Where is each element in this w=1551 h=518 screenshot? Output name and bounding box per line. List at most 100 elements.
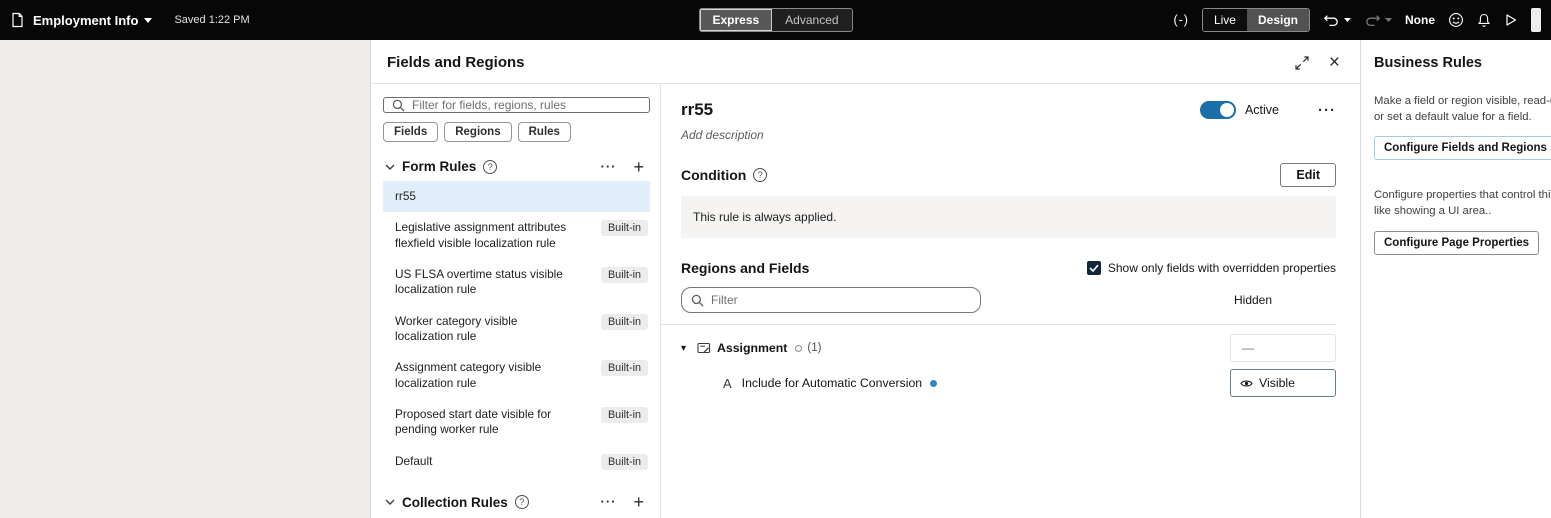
toggle-knob bbox=[1220, 103, 1234, 117]
rule-item-label: Default bbox=[395, 454, 432, 469]
configure-fields-and-regions-button[interactable]: Configure Fields and Regions bbox=[1374, 136, 1551, 160]
rules-list-pane: Fields Regions Rules Form Rules ? ··· + … bbox=[371, 84, 660, 518]
rule-item[interactable]: Legislative assignment attributes flexfi… bbox=[383, 212, 650, 259]
fields-filter bbox=[681, 287, 981, 313]
chevron-down-icon bbox=[144, 18, 152, 23]
region-hidden-value[interactable]: — bbox=[1230, 334, 1336, 362]
collection-rules-title: Collection Rules bbox=[402, 495, 508, 510]
edit-condition-button[interactable]: Edit bbox=[1280, 163, 1336, 187]
form-rules-list: rr55 Legislative assignment attributes f… bbox=[383, 181, 650, 478]
text-field-icon: A bbox=[723, 376, 732, 391]
page-switcher[interactable]: Employment Info bbox=[33, 13, 152, 28]
feedback-smiley-icon[interactable] bbox=[1448, 12, 1464, 28]
live-button[interactable]: Live bbox=[1203, 9, 1247, 31]
overridden-filter-label: Show only fields with overridden propert… bbox=[1108, 261, 1336, 275]
chevron-down-icon[interactable] bbox=[385, 164, 395, 170]
live-design-switcher: Live Design bbox=[1202, 8, 1310, 32]
chip-rules[interactable]: Rules bbox=[518, 122, 571, 142]
configure-page-properties-button[interactable]: Configure Page Properties bbox=[1374, 231, 1539, 255]
add-collection-rule-icon[interactable]: + bbox=[633, 495, 644, 509]
sandbox-status: None bbox=[1405, 13, 1435, 27]
visibility-selector[interactable]: Visible bbox=[1230, 369, 1336, 397]
rule-item-label: Proposed start date visible for pending … bbox=[395, 407, 577, 438]
redo-icon[interactable] bbox=[1364, 14, 1381, 27]
form-rules-overflow-icon[interactable]: ··· bbox=[600, 163, 616, 171]
notifications-bell-icon[interactable] bbox=[1477, 13, 1491, 28]
built-in-badge: Built-in bbox=[601, 360, 648, 376]
sidebar-properties-text: Configure properties that control things… bbox=[1374, 187, 1551, 220]
field-label: Include for Automatic Conversion bbox=[742, 376, 922, 390]
top-bar: Employment Info Saved 1:22 PM Express Ad… bbox=[0, 0, 1551, 40]
expand-panel-icon[interactable] bbox=[1295, 56, 1309, 70]
page-title: Employment Info bbox=[33, 13, 138, 28]
rules-search-input[interactable] bbox=[412, 98, 641, 112]
form-rules-section-header: Form Rules ? ··· + bbox=[383, 159, 650, 174]
built-in-badge: Built-in bbox=[601, 220, 648, 236]
business-rules-sidebar: Business Rules Make a field or region vi… bbox=[1360, 40, 1551, 518]
condition-summary: This rule is always applied. bbox=[681, 196, 1336, 238]
rule-title: rr55 bbox=[681, 100, 713, 120]
panel-title: Fields and Regions bbox=[387, 54, 525, 71]
redo-group bbox=[1364, 14, 1392, 27]
collection-rules-overflow-icon[interactable]: ··· bbox=[600, 498, 616, 506]
overridden-dot-icon bbox=[930, 380, 937, 387]
rule-detail-pane: rr55 Active ··· Add description Conditio… bbox=[660, 84, 1360, 518]
tree-collapse-icon[interactable]: ▾ bbox=[681, 343, 697, 354]
active-toggle[interactable] bbox=[1200, 101, 1236, 119]
rule-item-label: Assignment category visible localization… bbox=[395, 360, 577, 391]
express-mode-button[interactable]: Express bbox=[699, 9, 772, 31]
undo-icon[interactable] bbox=[1323, 14, 1340, 27]
save-status: Saved 1:22 PM bbox=[174, 14, 249, 26]
close-icon[interactable]: × bbox=[1329, 57, 1340, 69]
active-label: Active bbox=[1245, 103, 1279, 117]
advanced-mode-button[interactable]: Advanced bbox=[772, 9, 851, 31]
chip-regions[interactable]: Regions bbox=[444, 122, 511, 142]
built-in-badge: Built-in bbox=[601, 454, 648, 470]
rule-item-label: rr55 bbox=[395, 189, 416, 204]
regions-and-fields-title: Regions and Fields bbox=[681, 260, 809, 276]
built-in-badge: Built-in bbox=[601, 314, 648, 330]
region-field-count: (1) bbox=[807, 342, 821, 354]
region-row-assignment[interactable]: ▾ Assignment (1) — bbox=[681, 334, 1336, 362]
sidebar-intro-text: Make a field or region visible, read-onl… bbox=[1374, 93, 1551, 126]
form-rules-title: Form Rules bbox=[402, 159, 476, 174]
code-icon[interactable]: (-) bbox=[1173, 13, 1189, 27]
collection-rules-section-header: Collection Rules ? ··· + bbox=[383, 495, 650, 510]
page-canvas bbox=[0, 40, 371, 518]
undo-history-caret-icon[interactable] bbox=[1344, 18, 1351, 22]
rule-item[interactable]: Proposed start date visible for pending … bbox=[383, 399, 650, 446]
document-icon bbox=[10, 12, 25, 28]
rule-item-rr55[interactable]: rr55 bbox=[383, 181, 650, 212]
eye-icon bbox=[1240, 379, 1253, 388]
region-icon bbox=[697, 341, 711, 355]
region-label: Assignment bbox=[717, 341, 787, 355]
fields-and-regions-panel: Fields and Regions × Fields Reg bbox=[371, 40, 1360, 518]
add-form-rule-icon[interactable]: + bbox=[633, 160, 644, 174]
avatar[interactable] bbox=[1531, 8, 1541, 32]
help-icon[interactable]: ? bbox=[753, 168, 767, 182]
search-icon bbox=[691, 294, 704, 307]
built-in-badge: Built-in bbox=[601, 407, 648, 423]
preview-play-icon[interactable] bbox=[1504, 13, 1518, 27]
rule-item[interactable]: Default Built-in bbox=[383, 446, 650, 478]
help-icon[interactable]: ? bbox=[483, 160, 497, 174]
design-button[interactable]: Design bbox=[1247, 9, 1309, 31]
overridden-filter-checkbox[interactable] bbox=[1087, 261, 1101, 275]
rule-item[interactable]: Assignment category visible localization… bbox=[383, 352, 650, 399]
redo-history-caret-icon[interactable] bbox=[1385, 18, 1392, 22]
search-icon bbox=[392, 99, 405, 112]
override-indicator-icon bbox=[795, 345, 802, 352]
rule-item[interactable]: US FLSA overtime status visible localiza… bbox=[383, 259, 650, 306]
rules-search bbox=[383, 97, 650, 113]
chevron-down-icon[interactable] bbox=[385, 499, 395, 505]
rule-item[interactable]: Worker category visible localization rul… bbox=[383, 306, 650, 353]
add-description-field[interactable]: Add description bbox=[681, 128, 1336, 142]
rule-item-label: US FLSA overtime status visible localiza… bbox=[395, 267, 577, 298]
help-icon[interactable]: ? bbox=[515, 495, 529, 509]
hidden-column-header: Hidden bbox=[1230, 293, 1272, 307]
chip-fields[interactable]: Fields bbox=[383, 122, 438, 142]
rule-overflow-menu-icon[interactable]: ··· bbox=[1318, 102, 1336, 119]
sidebar-title: Business Rules bbox=[1374, 55, 1551, 71]
fields-filter-input[interactable] bbox=[711, 293, 971, 307]
field-row-include-for-automatic-conversion[interactable]: A Include for Automatic Conversion Visib… bbox=[681, 369, 1336, 397]
